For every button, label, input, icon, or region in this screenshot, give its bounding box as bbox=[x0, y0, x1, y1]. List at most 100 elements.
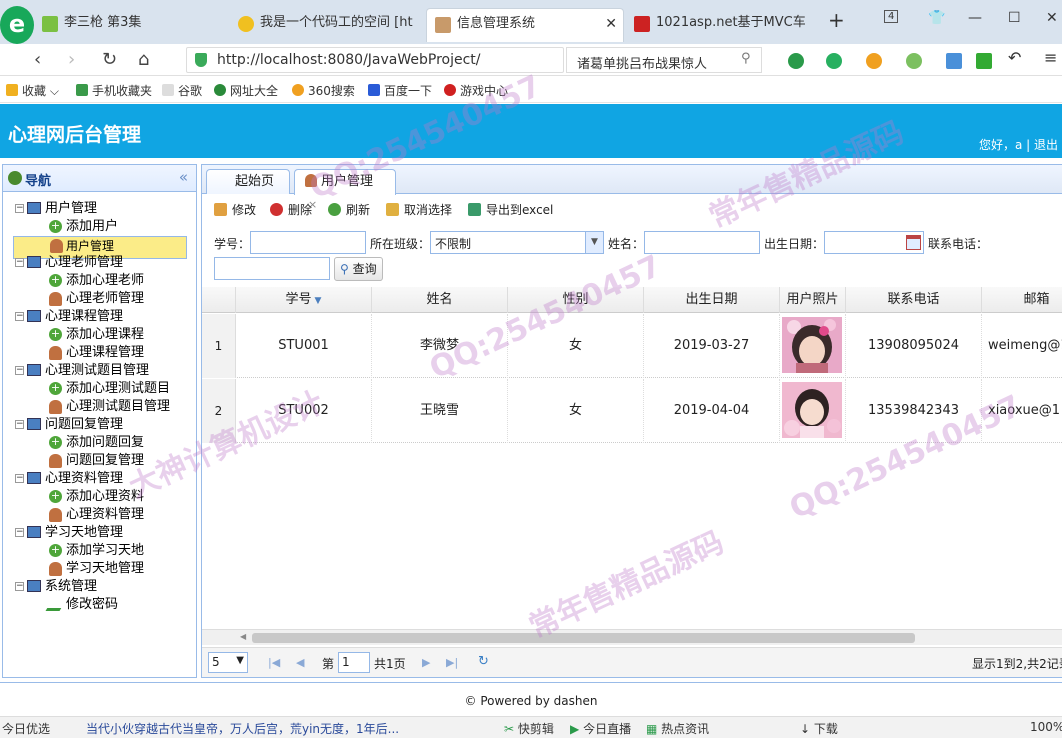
column-header-student-no[interactable]: 学号 ▼ bbox=[236, 287, 372, 313]
new-tab-icon[interactable]: + bbox=[828, 8, 845, 32]
column-header-birth-date[interactable]: 出生日期 bbox=[644, 287, 780, 313]
user-icon bbox=[49, 454, 62, 468]
browser-tab-2[interactable]: 我是一个代码工的空间 [ht bbox=[230, 8, 426, 42]
scrollbar-thumb[interactable] bbox=[252, 633, 915, 643]
close-tab-icon[interactable]: ✕ bbox=[605, 9, 617, 39]
refresh-icon[interactable]: ↻ bbox=[478, 654, 489, 669]
column-header-photo[interactable]: 用户照片 bbox=[780, 287, 846, 313]
tab-favicon-icon bbox=[634, 16, 650, 32]
horizontal-scrollbar[interactable]: ◀ bbox=[202, 629, 1062, 645]
game-center-icon bbox=[444, 84, 456, 96]
bookmark-baidu[interactable]: 百度一下 bbox=[368, 82, 432, 99]
menu-icon[interactable]: ≡ bbox=[1044, 48, 1060, 67]
collapse-toggle-icon[interactable]: − bbox=[15, 204, 24, 213]
reload-icon[interactable]: ↻ bbox=[102, 49, 117, 70]
welcome-logout-link[interactable]: 您好，a | 退出 bbox=[979, 136, 1058, 153]
coupon-icon[interactable] bbox=[866, 53, 882, 69]
news-ticker-link[interactable]: 当代小伙穿越古代当皇帝，万人后宫，荒yin无度，1年后... bbox=[86, 720, 399, 737]
page-size-value: 5 bbox=[212, 655, 220, 669]
maximize-icon[interactable]: ☐ bbox=[1008, 10, 1021, 26]
table-row[interactable]: 1 STU001 李微梦 女 2019-03-27 13908095024 we… bbox=[202, 314, 1062, 378]
column-header-email[interactable]: 邮箱 bbox=[982, 287, 1062, 313]
birth-date-input[interactable] bbox=[824, 231, 924, 254]
phone-input[interactable] bbox=[214, 257, 330, 280]
apps-icon[interactable] bbox=[946, 53, 962, 69]
undo-icon[interactable]: ↶ bbox=[1008, 48, 1024, 67]
bookmark-games[interactable]: 游戏中心 bbox=[444, 82, 508, 99]
browser-tab-1[interactable]: 李三枪 第3集 bbox=[34, 8, 230, 42]
translate-icon[interactable] bbox=[826, 53, 842, 69]
bookmark-label: 网址大全 bbox=[230, 84, 279, 98]
chevron-down-icon: ▼ bbox=[236, 655, 244, 666]
status-item-video-edit[interactable]: ✂ 快剪辑 bbox=[504, 720, 554, 737]
edit-button[interactable]: 修改 bbox=[214, 201, 256, 218]
delete-button[interactable]: 删除 bbox=[270, 201, 312, 218]
forward-icon[interactable]: › bbox=[68, 49, 75, 70]
status-item-download[interactable]: ↓ 下载 bbox=[800, 720, 838, 737]
refresh-button[interactable]: 刷新 bbox=[328, 201, 370, 218]
last-page-icon[interactable]: ▶| bbox=[446, 656, 458, 669]
collapse-toggle-icon[interactable]: − bbox=[15, 258, 24, 267]
status-left-label[interactable]: 今日优选 bbox=[2, 720, 50, 737]
add-icon: + bbox=[49, 489, 62, 503]
collapse-toggle-icon[interactable]: − bbox=[15, 474, 24, 483]
cancel-select-button[interactable]: 取消选择 bbox=[386, 201, 452, 218]
collapse-toggle-icon[interactable]: − bbox=[15, 366, 24, 375]
scroll-left-icon[interactable]: ◀ bbox=[240, 632, 246, 641]
bookmark-favorites[interactable]: 收藏 ⌵ bbox=[6, 82, 59, 99]
column-header-label: 出生日期 bbox=[685, 292, 738, 307]
status-item-news[interactable]: ▦ 热点资讯 bbox=[646, 720, 709, 737]
star-icon bbox=[6, 84, 18, 96]
tab-home[interactable]: 起始页 bbox=[206, 169, 290, 194]
scissors-icon[interactable] bbox=[788, 53, 804, 69]
name-input[interactable] bbox=[644, 231, 760, 254]
page-icon bbox=[162, 84, 174, 96]
page-number-input[interactable]: 1 bbox=[338, 652, 370, 673]
status-item-live[interactable]: ▶ 今日直播 bbox=[570, 720, 631, 737]
close-window-icon[interactable]: ✕ bbox=[1046, 10, 1058, 26]
column-header-name[interactable]: 姓名 bbox=[372, 287, 508, 313]
user-icon bbox=[305, 174, 317, 187]
browser-search-input[interactable]: 诸葛单挑吕布战果惊人 ⚲ bbox=[566, 47, 762, 73]
column-header-phone[interactable]: 联系电话 bbox=[846, 287, 982, 313]
calendar-icon[interactable] bbox=[906, 235, 921, 250]
class-select[interactable]: 不限制 ▼ bbox=[430, 231, 604, 254]
collapse-icon[interactable]: « bbox=[179, 168, 188, 186]
user-photo bbox=[782, 317, 842, 373]
back-icon[interactable]: ‹ bbox=[34, 49, 41, 70]
bookmark-google[interactable]: 谷歌 bbox=[162, 82, 202, 99]
tab-count-badge[interactable]: 4 bbox=[884, 10, 899, 23]
browser-tab-3-active[interactable]: 信息管理系统 ✕ bbox=[426, 8, 624, 42]
student-no-input[interactable] bbox=[250, 231, 366, 254]
tab-user-management[interactable]: 用户管理× bbox=[294, 169, 396, 211]
shirt-icon[interactable]: 👕 bbox=[928, 10, 945, 26]
table-row[interactable]: 2 STU002 王晓雪 女 2019-04-04 13539842343 xi… bbox=[202, 379, 1062, 443]
previous-page-icon[interactable]: ◀ bbox=[296, 656, 304, 669]
game-icon[interactable] bbox=[906, 53, 922, 69]
minimize-icon[interactable]: — bbox=[968, 10, 982, 26]
360-icon bbox=[292, 84, 304, 96]
bookmark-360[interactable]: 360搜索 bbox=[292, 82, 355, 99]
collapse-toggle-icon[interactable]: − bbox=[15, 528, 24, 537]
collapse-toggle-icon[interactable]: − bbox=[15, 312, 24, 321]
query-button[interactable]: ⚲ 查询 bbox=[334, 257, 383, 281]
url-input[interactable]: http://localhost:8080/JavaWebProject/ bbox=[186, 47, 564, 73]
battery-icon[interactable] bbox=[976, 53, 992, 69]
page-size-select[interactable]: 5 ▼ bbox=[208, 652, 248, 673]
first-page-icon[interactable]: |◀ bbox=[268, 656, 280, 669]
home-icon[interactable]: ⌂ bbox=[138, 49, 149, 70]
column-header-label: 邮箱 bbox=[1023, 292, 1050, 307]
column-header-gender[interactable]: 性别 bbox=[508, 287, 644, 313]
user-icon bbox=[49, 508, 62, 522]
search-icon[interactable]: ⚲ bbox=[741, 51, 751, 66]
bookmark-sites[interactable]: 网址大全 bbox=[214, 82, 278, 99]
bookmark-mobile[interactable]: 手机收藏夹 bbox=[76, 82, 152, 99]
nav-item-label: 问题回复管理 bbox=[66, 453, 145, 468]
next-page-icon[interactable]: ▶ bbox=[422, 656, 430, 669]
collapse-toggle-icon[interactable]: − bbox=[15, 582, 24, 591]
chevron-down-icon[interactable]: ▼ bbox=[585, 232, 603, 253]
zoom-level[interactable]: 100% bbox=[1030, 720, 1062, 734]
browser-tab-4[interactable]: 1021asp.net基于MVC车 bbox=[626, 8, 818, 42]
export-excel-button[interactable]: 导出到excel bbox=[468, 201, 553, 218]
collapse-toggle-icon[interactable]: − bbox=[15, 420, 24, 429]
